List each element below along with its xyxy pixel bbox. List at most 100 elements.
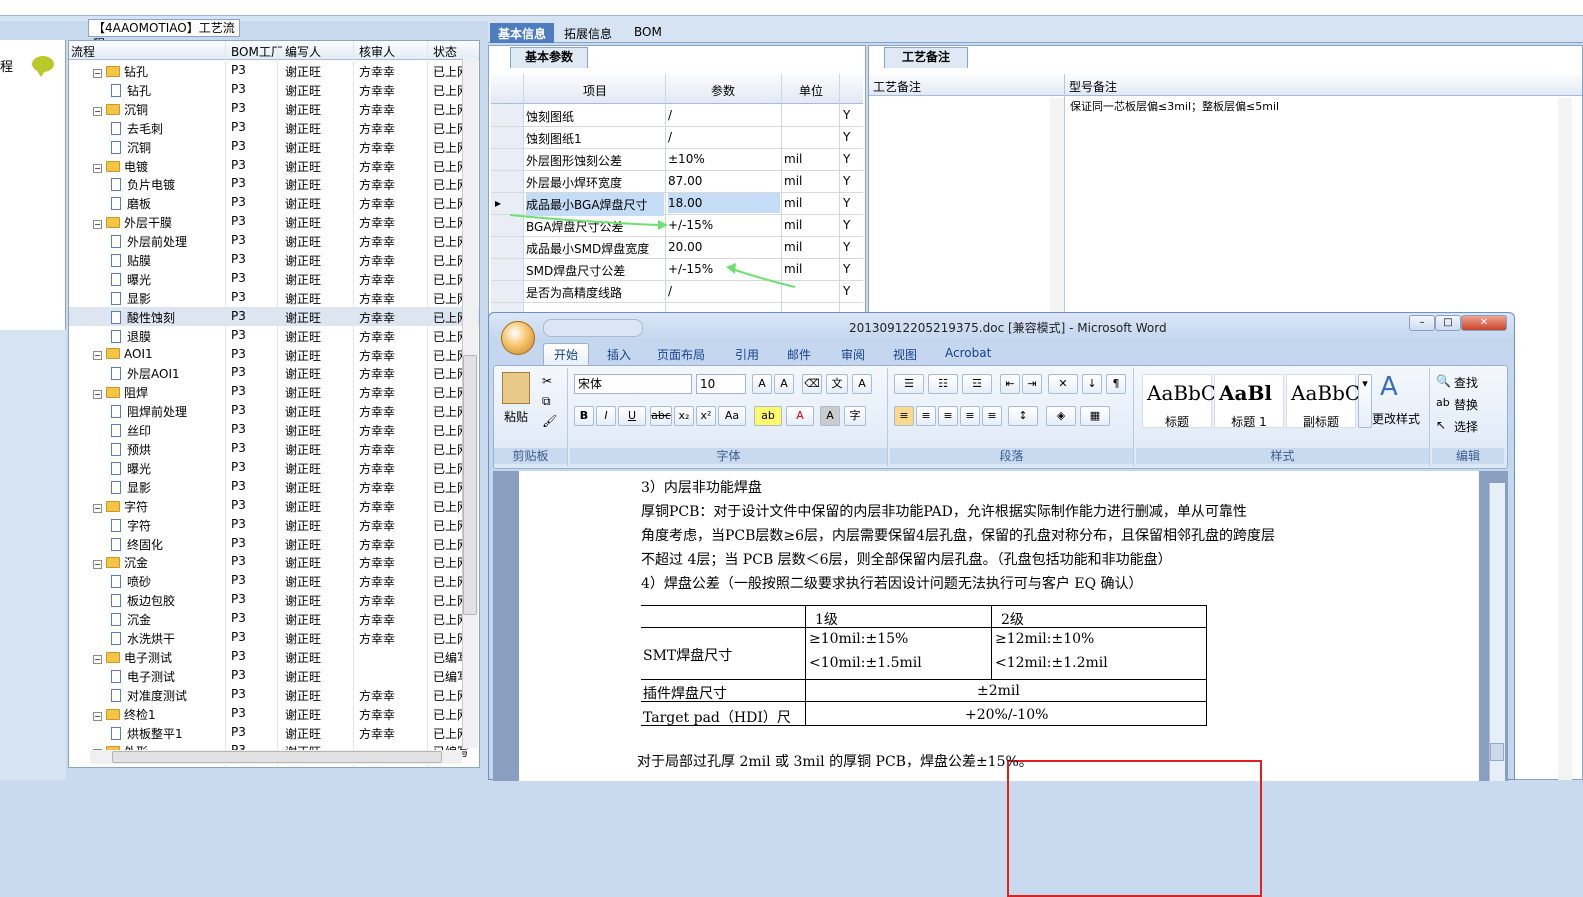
tree-node-label[interactable]: − 钻孔	[93, 63, 148, 80]
format-painter-icon[interactable]: 🖌	[542, 414, 557, 428]
copy-icon[interactable]: ⧉	[542, 394, 551, 409]
close-button[interactable]: ✕	[1461, 315, 1507, 331]
decrease-indent-icon[interactable]: ⇤	[1000, 374, 1020, 394]
tree-row[interactable]: 板边包胶 P3 谢正旺 方幸幸 已上网	[69, 590, 479, 609]
align-center-icon[interactable]: ≡	[916, 406, 936, 426]
tree-row[interactable]: − 终检1 P3 谢正旺 方幸幸 已上网	[69, 704, 479, 723]
tree-node-label[interactable]: − 沉铜	[93, 101, 148, 118]
collapse-toggle-icon[interactable]: −	[93, 560, 102, 570]
tree-row[interactable]: − 外层干膜 P3 谢正旺 方幸幸 已上网	[69, 212, 479, 231]
tree-node-label[interactable]: 钻孔	[111, 82, 151, 99]
style-subtitle[interactable]: AaBbC 副标题	[1286, 374, 1360, 429]
ribbon-tab-layout[interactable]: 页面布局	[657, 346, 705, 363]
collapse-toggle-icon[interactable]: −	[93, 711, 102, 721]
tree-row[interactable]: 字符 P3 谢正旺 方幸幸 已上网	[69, 515, 479, 534]
ribbon-tab-mailings[interactable]: 邮件	[787, 346, 811, 363]
clear-format-icon[interactable]: ⌫	[802, 374, 822, 394]
tree-row[interactable]: 电子测试 P3 谢正旺 已编写	[69, 666, 479, 685]
tree-node-label[interactable]: − 字符	[93, 498, 148, 515]
collapse-toggle-icon[interactable]: −	[93, 390, 102, 400]
param-value[interactable]: 87.00	[668, 174, 702, 188]
tree-node-label[interactable]: − 阻焊	[93, 384, 148, 401]
tree-node-label[interactable]: 终固化	[111, 536, 163, 553]
find-label[interactable]: 查找	[1454, 374, 1478, 391]
param-value[interactable]: ±10%	[668, 152, 705, 166]
tree-node-label[interactable]: 丝印	[111, 422, 151, 439]
strikethrough-icon[interactable]: abc	[650, 406, 672, 426]
subscript-icon[interactable]: x₂	[674, 406, 694, 426]
col-header-status[interactable]: 状态	[433, 43, 457, 60]
tree-row[interactable]: 阻焊前处理 P3 谢正旺 方幸幸 已上网	[69, 401, 479, 420]
tree-row[interactable]: 磨板 P3 谢正旺 方幸幸 已上网	[69, 193, 479, 212]
superscript-icon[interactable]: x²	[696, 406, 716, 426]
tree-node-label[interactable]: 沉金	[111, 611, 151, 628]
collapse-toggle-icon[interactable]: −	[93, 350, 102, 360]
collapse-toggle-icon[interactable]: −	[93, 106, 102, 116]
tree-node-label[interactable]: − 沉金	[93, 554, 148, 571]
tree-row[interactable]: 水洗烘干 P3 谢正旺 方幸幸 已上网	[69, 628, 479, 647]
param-row[interactable]: 蚀刻图纸1 / Y	[491, 127, 863, 149]
tree-row[interactable]: − 沉铜 P3 谢正旺 方幸幸 已上网	[69, 99, 479, 118]
select-icon[interactable]: ↖	[1436, 418, 1446, 432]
tree-row[interactable]: − 电子测试 P3 谢正旺 已编写	[69, 647, 479, 666]
tree-node-label[interactable]: 磨板	[111, 195, 151, 212]
tree-row[interactable]: 负片电镀 P3 谢正旺 方幸幸 已上网	[69, 174, 479, 193]
col-header-reviewer[interactable]: 核审人	[359, 43, 395, 60]
align-right-icon[interactable]: ≡	[938, 406, 958, 426]
tree-row[interactable]: − 阻焊 P3 谢正旺 方幸幸 已上网	[69, 382, 479, 401]
param-value[interactable]: /	[668, 130, 672, 144]
tree-node-label[interactable]: 电子测试	[111, 668, 175, 685]
param-row[interactable]: 外层图形蚀刻公差 ±10% mil Y	[491, 149, 863, 171]
tree-row[interactable]: 去毛刺 P3 谢正旺 方幸幸 已上网	[69, 118, 479, 137]
col-header-flow[interactable]: 流程	[71, 43, 95, 60]
quick-access-toolbar[interactable]	[543, 319, 643, 337]
tree-node-label[interactable]: 水洗烘干	[111, 630, 175, 647]
tree-row[interactable]: 对准度测试 P3 谢正旺 方幸幸 已上网	[69, 685, 479, 704]
tree-row[interactable]: 钻孔 P3 谢正旺 方幸幸 已上网	[69, 80, 479, 99]
tree-node-label[interactable]: 退膜	[111, 328, 151, 345]
tree-node-label[interactable]: − 电子测试	[93, 649, 172, 666]
tree-row[interactable]: 喷砂 P3 谢正旺 方幸幸 已上网	[69, 571, 479, 590]
tab-extended-info[interactable]: 拓展信息	[556, 23, 620, 43]
tree-row[interactable]: 外层前处理 P3 谢正旺 方幸幸 已上网	[69, 231, 479, 250]
tree-row[interactable]: 曝光 P3 谢正旺 方幸幸 已上网	[69, 458, 479, 477]
col-header-writer[interactable]: 编写人	[285, 43, 321, 60]
word-window[interactable]: 20130912205219375.doc [兼容模式] - Microsoft…	[488, 312, 1515, 897]
change-case-icon[interactable]: Aa	[718, 406, 746, 426]
char-border-icon[interactable]: A	[852, 374, 872, 394]
collapse-toggle-icon[interactable]: −	[93, 503, 102, 513]
phonetic-icon[interactable]: 文	[826, 374, 848, 394]
param-row[interactable]: 蚀刻图纸 / Y	[491, 105, 863, 127]
font-size-combo[interactable]: 10	[696, 374, 746, 394]
show-marks-icon[interactable]: ¶	[1106, 374, 1126, 394]
ribbon-tab-references[interactable]: 引用	[735, 346, 759, 363]
tree-node-label[interactable]: − 电镀	[93, 158, 148, 175]
tree-node-label[interactable]: 对准度测试	[111, 687, 187, 704]
process-tree-grid[interactable]: 流程 BOM工厂 编写人 核审人 状态 − 钻孔 P3 谢正旺 方幸幸 已上网 钻孔 P3 谢正…	[68, 40, 480, 768]
line-spacing-icon[interactable]: ↕	[1008, 406, 1038, 426]
italic-icon[interactable]: I	[596, 406, 616, 426]
tree-node-label[interactable]: 贴膜	[111, 252, 151, 269]
tree-node-label[interactable]: 显影	[111, 290, 151, 307]
tree-row[interactable]: 退膜 P3 谢正旺 方幸幸 已上网	[69, 326, 479, 345]
find-icon[interactable]: 🔍	[1436, 374, 1451, 388]
tree-vertical-scroll-thumb[interactable]	[463, 355, 477, 615]
tree-node-label[interactable]: − 终检1	[93, 706, 156, 723]
tree-row[interactable]: − 钻孔 P3 谢正旺 方幸幸 已上网	[69, 61, 479, 80]
ribbon-tab-insert[interactable]: 插入	[607, 346, 631, 363]
numbering-icon[interactable]: ☷	[928, 374, 958, 394]
style-title[interactable]: AaBbC 标题	[1142, 374, 1216, 429]
font-color-icon[interactable]: A	[786, 406, 814, 426]
char-shading-icon[interactable]: A	[820, 406, 840, 426]
styles-scroll-icon[interactable]: ▾	[1358, 374, 1372, 428]
style-heading1[interactable]: AaBl 标题 1	[1214, 374, 1284, 429]
distribute-icon[interactable]: ≡	[982, 406, 1002, 426]
document-scrollbar[interactable]	[1489, 483, 1505, 781]
tree-node-label[interactable]: 烘板整平1	[111, 725, 183, 742]
param-row[interactable]: 外层最小焊环宽度 87.00 mil Y	[491, 171, 863, 193]
tree-node-label[interactable]: 字符	[111, 517, 151, 534]
tree-horizontal-scroll-thumb[interactable]	[112, 751, 442, 763]
tree-node-label[interactable]: 沉铜	[111, 139, 151, 156]
tree-node-label[interactable]: 曝光	[111, 460, 151, 477]
ribbon-tab-home[interactable]: 开始	[543, 343, 590, 365]
